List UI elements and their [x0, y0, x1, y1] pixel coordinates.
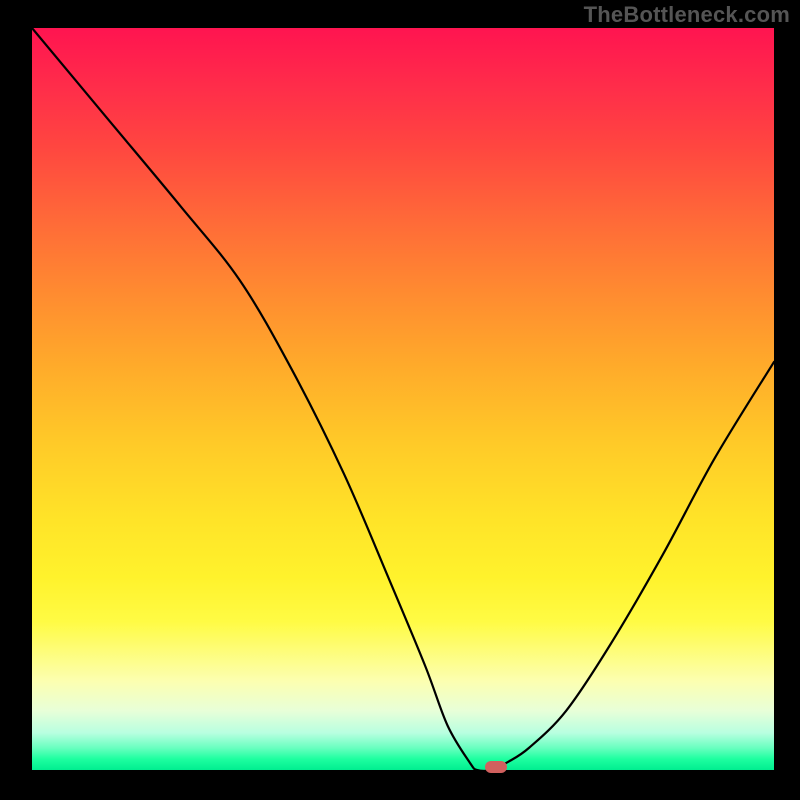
plot-area [32, 28, 774, 770]
watermark-label: TheBottleneck.com [584, 2, 790, 28]
optimal-point-marker [485, 761, 507, 773]
bottleneck-curve [32, 28, 774, 770]
chart-container: TheBottleneck.com [0, 0, 800, 800]
